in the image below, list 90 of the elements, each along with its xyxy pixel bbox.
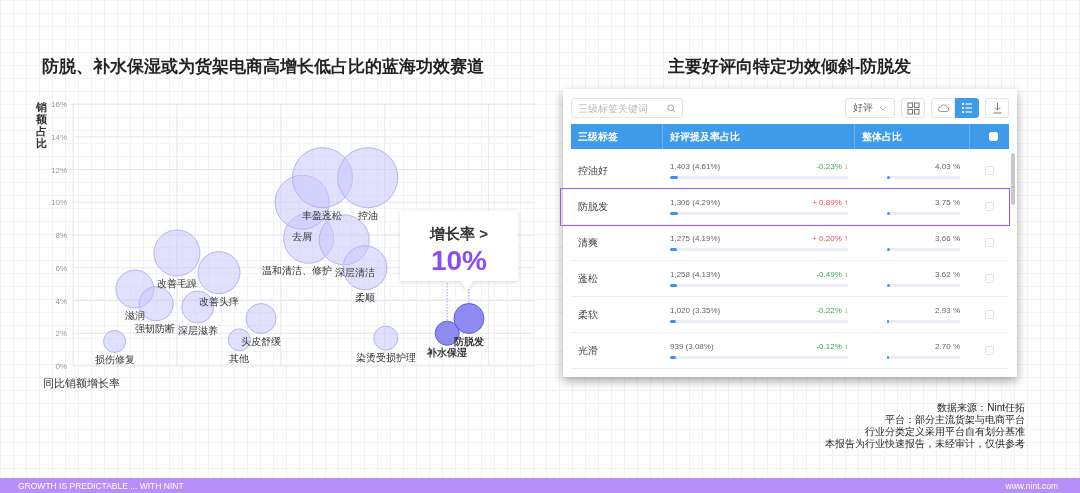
change-value: -0.23% ↓ xyxy=(816,162,848,171)
grid-icon xyxy=(906,101,920,115)
list-button[interactable] xyxy=(955,98,979,118)
bubble-label: 改善毛躁 xyxy=(156,278,197,289)
callout-value: 10% xyxy=(431,245,487,276)
bubble-label: 控油 xyxy=(357,209,378,221)
change-value: -0.49% ↓ xyxy=(816,270,848,279)
overall-share: 3.66 % xyxy=(935,234,960,243)
y-tick-label: 8% xyxy=(55,231,67,240)
y-tick-label: 12% xyxy=(51,165,67,175)
y-tick-label: 2% xyxy=(55,329,67,339)
filter-dropdown[interactable]: 好评 xyxy=(845,98,895,118)
selected-row[interactable]: 防脱发 1,306 (4.29%) + 0.89% ↑ 3.75 % xyxy=(561,189,1009,225)
bubble-label: 去屑 xyxy=(292,231,313,243)
bubble-label: 滋润 xyxy=(124,310,145,322)
note-text: 行业分类定义采用平台自有划分基准 xyxy=(865,426,1025,438)
overall-share: 3.75 % xyxy=(935,198,960,207)
checkbox[interactable] xyxy=(985,346,994,355)
x-axis-title: 同比销额增长率 xyxy=(43,377,120,389)
y-tick-label: 14% xyxy=(51,132,67,142)
list-icon xyxy=(961,102,973,114)
bubble-label: 丰盈蓬松 xyxy=(302,209,343,221)
y-tick-label: 6% xyxy=(55,263,67,273)
checkbox[interactable] xyxy=(985,310,994,319)
chevron-down-icon xyxy=(879,105,887,111)
bubble-label: 补水保湿 xyxy=(427,347,468,359)
bubble-label: 温和清洁、修护 xyxy=(262,265,333,277)
download-button[interactable] xyxy=(985,98,1009,118)
bubble-label: 强韧防断 xyxy=(135,322,176,334)
checkbox[interactable] xyxy=(985,238,994,247)
table-row[interactable]: 光滑 939 (3.08%) -0.12% ↓ 2.70 % xyxy=(571,333,1009,369)
cloud-icon xyxy=(936,103,950,113)
tag-label: 清爽 xyxy=(578,235,599,250)
y-tick-label: 0% xyxy=(55,362,67,371)
callout-label: 增长率 > xyxy=(430,225,488,242)
chart-title: 防脱、补水保湿或为货架电商高增长低占比的蓝海功效赛道 xyxy=(41,56,485,78)
bubble-label: 深层清洁 xyxy=(335,266,376,278)
checkbox[interactable] xyxy=(985,274,994,283)
search-icon xyxy=(667,104,676,113)
footer-url: www.nint.com xyxy=(1005,480,1058,491)
bubble-label: 头皮舒缓 xyxy=(241,335,282,347)
download-icon xyxy=(991,102,1003,114)
cloud-button[interactable] xyxy=(931,98,955,118)
bubble-label: 防脱发 xyxy=(453,335,484,347)
overall-share: 2.70 % xyxy=(935,342,960,351)
bubble-label: 深层滋养 xyxy=(178,325,219,337)
bubble-label: 柔顺 xyxy=(355,291,375,303)
note-text: 本报告为行业快速报告，未经审计，仅供参考 xyxy=(825,438,1025,450)
note-text: 数据来源：Nint任拓 xyxy=(937,402,1025,414)
change-value: + 0.89% ↑ xyxy=(812,198,848,207)
y-tick-label: 4% xyxy=(55,296,67,306)
footer-slogan: GROWTH IS PREDICTABLE ... WITH NINT xyxy=(18,480,184,491)
bubble-label: 改善头痒 xyxy=(199,295,239,307)
tag-label: 柔软 xyxy=(578,307,599,322)
checkbox[interactable] xyxy=(985,166,994,175)
change-value: + 0.20% ↑ xyxy=(812,234,848,243)
mention-count: 1,275 (4.19%) xyxy=(670,234,721,243)
overall-share: 3.62 % xyxy=(935,270,960,279)
table-row[interactable]: 蓬松 1,258 (4.13%) -0.49% ↓ 3.62 % xyxy=(571,261,1009,297)
tag-label: 光滑 xyxy=(578,343,599,358)
overall-share: 2.93 % xyxy=(935,306,960,315)
leader-line xyxy=(446,282,448,322)
y-tick-label: 10% xyxy=(51,198,67,208)
table-row[interactable]: 柔软 1,020 (3.35%) -0.22% ↓ 2.93 % xyxy=(571,297,1009,333)
tag-label: 蓬松 xyxy=(578,271,599,286)
bubble-label: 染烫受损护理 xyxy=(355,352,416,364)
grid-button[interactable] xyxy=(901,98,925,118)
table-row[interactable]: 清爽 1,275 (4.19%) + 0.20% ↑ 3.66 % xyxy=(571,225,1009,261)
checkbox[interactable] xyxy=(985,202,994,211)
column-header: 好评提及率占比 xyxy=(670,129,740,144)
column-header: 整体占比 xyxy=(862,129,902,144)
overall-share: 4.03 % xyxy=(935,162,960,171)
mention-count: 1,306 (4.29%) xyxy=(670,198,721,207)
table-title: 主要好评向特定功效倾斜-防脱发 xyxy=(666,56,913,78)
column-header: 三级标签 xyxy=(578,129,618,144)
note-text: 平台：部分主流货架与电商平台 xyxy=(885,414,1025,426)
mention-count: 939 (3.08%) xyxy=(670,342,714,351)
tag-label: 控油好 xyxy=(578,163,609,178)
change-value: -0.22% ↓ xyxy=(816,306,848,315)
change-value: -0.12% ↓ xyxy=(816,342,848,351)
bubble-label: 其他 xyxy=(229,352,250,364)
scrollbar[interactable] xyxy=(1011,153,1015,205)
bubble-label: 损伤修复 xyxy=(94,354,135,366)
y-tick-label: 16% xyxy=(51,100,67,109)
y-axis-title: 销额占比 xyxy=(36,101,47,149)
tag-label: 防脱发 xyxy=(578,199,609,214)
mention-count: 1,258 (4.13%) xyxy=(670,270,721,279)
mention-count: 1,020 (3.35%) xyxy=(670,306,721,315)
mention-count: 1,403 (4.61%) xyxy=(670,162,721,171)
table-row[interactable]: 控油好 1,403 (4.61%) -0.23% ↓ 4.03 % xyxy=(571,153,1009,189)
